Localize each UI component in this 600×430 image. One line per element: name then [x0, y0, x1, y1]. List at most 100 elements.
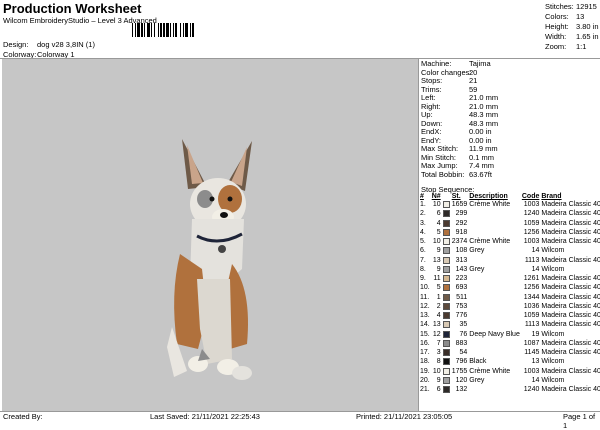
row-code: 13	[531, 358, 540, 366]
row-needle: 4	[436, 219, 441, 227]
color-swatch	[442, 210, 450, 218]
table-row: 11. 1 511 1344 Madeira Classic 40	[419, 293, 600, 303]
table-row: 13. 4 776 1059 Madeira Classic 40	[419, 312, 600, 321]
row-number: 17.	[420, 349, 430, 357]
design-label: Design:	[3, 40, 29, 49]
row-needle: 13	[432, 256, 441, 264]
row-description: Crème White	[469, 238, 511, 246]
row-needle: 3	[436, 349, 441, 357]
row-stitches: 918	[455, 228, 468, 236]
row-brand: Madeira Classic 40	[541, 256, 600, 264]
row-needle: 4	[436, 312, 441, 320]
row-number: 4.	[420, 228, 426, 236]
color-swatch	[442, 321, 450, 329]
row-number: 2.	[420, 210, 426, 218]
row-code: 1087	[523, 339, 540, 347]
row-description	[468, 340, 521, 349]
col-header-needle: N#	[431, 193, 441, 200]
row-description: Deep Navy Blue	[469, 330, 520, 338]
row-brand: Madeira Classic 40	[541, 284, 600, 292]
row-brand: Madeira Classic 40	[541, 367, 600, 375]
row-code: 1059	[523, 219, 540, 227]
row-stitches: 1755	[451, 367, 468, 375]
color-swatch	[442, 302, 450, 310]
col-header-description: Description	[469, 193, 508, 200]
row-description	[468, 257, 521, 266]
row-brand: Wilcom	[541, 358, 565, 366]
table-row: 7. 13 313 1113 Madeira Classic 40	[419, 256, 600, 266]
row-swatch	[442, 284, 451, 293]
color-swatch	[442, 330, 450, 338]
row-needle: 9	[436, 247, 441, 255]
row-needle: 8	[436, 358, 441, 366]
row-brand: Madeira Classic 40	[541, 293, 600, 301]
row-brand: Madeira Classic 40	[541, 238, 600, 246]
row-number: 1.	[420, 201, 426, 209]
row-needle: 5	[436, 284, 441, 292]
row-number: 15.	[420, 330, 430, 338]
row-stitches: 120	[455, 376, 468, 384]
stat-height: Height: 3.80 in	[545, 22, 599, 31]
stat-width: Width: 1.65 in	[545, 32, 599, 41]
table-row: 5. 10 2374 Crème White 1003 Madeira Classic 4…	[419, 238, 600, 247]
row-number: 14.	[420, 321, 430, 329]
row-description	[468, 349, 521, 358]
row-brand: Madeira Classic 40	[541, 339, 600, 347]
info-right: Right: 21.0 mm	[421, 101, 499, 111]
row-swatch	[442, 376, 451, 386]
color-swatch	[442, 219, 450, 227]
row-code: 1003	[523, 201, 540, 209]
info-max-jump: Max Jump: 7.4 mm	[421, 161, 495, 170]
footer-created-by: Created By:	[3, 412, 43, 421]
row-needle: 9	[436, 376, 441, 384]
design-preview-panel	[2, 59, 419, 411]
row-description: Crème White	[469, 367, 511, 375]
row-code: 1003	[523, 367, 540, 375]
row-needle: 10	[432, 367, 441, 375]
info-trims: Trims: 59	[421, 84, 478, 94]
row-swatch	[442, 339, 451, 349]
row-stitches: 883	[455, 339, 468, 347]
color-swatch	[442, 293, 450, 301]
row-needle: 12	[432, 330, 441, 338]
footer-last-saved: Last Saved: 21/11/2021 22:25:43	[150, 412, 260, 421]
info-total-bobbin: Total Bobbin: 63.67ft	[421, 169, 492, 179]
stop-sequence-header-row: # N# St. Description Code Brand	[419, 193, 600, 201]
col-header-swatch	[442, 193, 451, 201]
row-stitches: 54	[459, 349, 468, 357]
row-description	[468, 284, 521, 293]
row-brand: Madeira Classic 40	[541, 219, 600, 227]
row-description	[468, 303, 521, 312]
color-swatch	[442, 238, 450, 245]
row-description	[468, 294, 521, 303]
color-swatch	[442, 367, 450, 375]
row-code: 19	[531, 330, 540, 338]
color-swatch	[442, 386, 450, 393]
info-endx: EndX: 0.00 in	[421, 127, 492, 136]
row-brand: Wilcom	[541, 265, 565, 273]
row-brand: Madeira Classic 40	[541, 312, 600, 320]
row-number: 16.	[420, 339, 430, 347]
row-code: 1113	[524, 256, 540, 264]
row-code: 1344	[523, 293, 540, 301]
info-up: Up: 48.3 mm	[421, 110, 499, 119]
table-row: 15. 12 76 Deep Navy Blue 19 Wilcom	[419, 330, 600, 340]
barcode-image	[132, 23, 194, 37]
info-left: Left: 21.0 mm	[421, 93, 499, 102]
row-needle: 10	[432, 238, 441, 246]
table-row: 4. 5 918 1256 Madeira Classic 40	[419, 228, 600, 238]
row-swatch	[442, 349, 451, 358]
table-row: 21. 6 132 1240 Madeira Classic 40	[419, 386, 600, 395]
row-brand: Madeira Classic 40	[541, 321, 600, 329]
design-value: dog v28 3,8IN (1)	[37, 40, 95, 49]
color-swatch	[442, 284, 450, 292]
info-color-changes: Color changes: 20	[421, 67, 478, 77]
color-swatch	[442, 339, 450, 347]
col-header-stitches: St.	[451, 193, 461, 200]
row-stitches: 313	[455, 256, 468, 264]
color-swatch	[442, 228, 450, 236]
row-swatch	[442, 293, 451, 303]
row-brand: Madeira Classic 40	[541, 386, 600, 394]
row-stitches: 776	[455, 312, 468, 320]
table-row: 14. 13 35 1113 Madeira Classic 40	[419, 321, 600, 330]
